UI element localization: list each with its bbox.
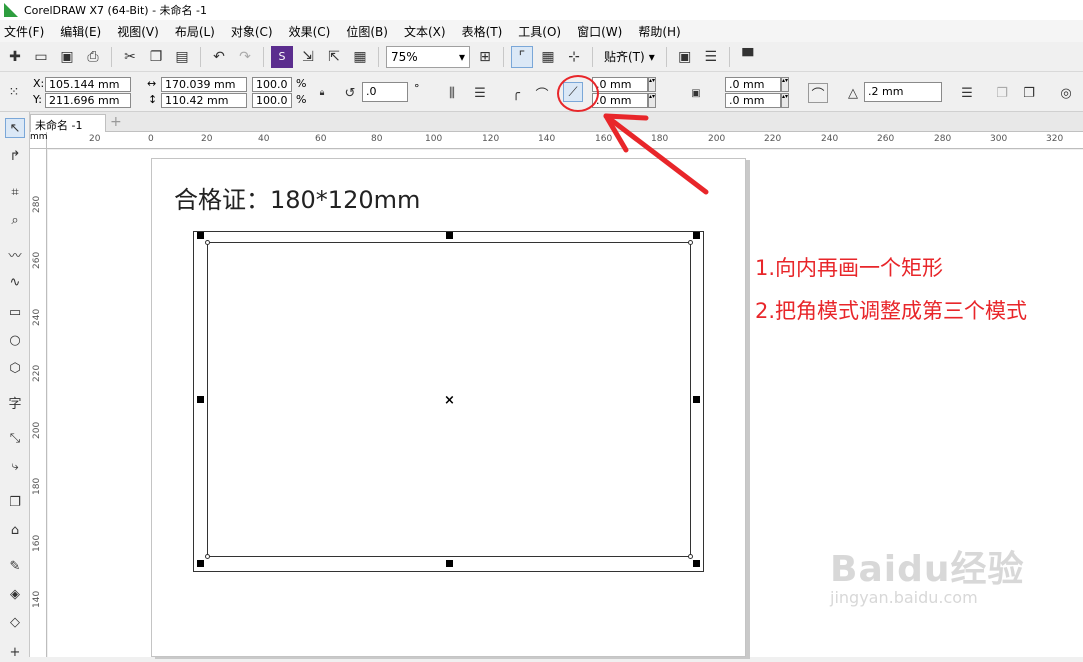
annotation-step-2: 2.把角模式调整成第三个模式 (755, 299, 1028, 323)
watermark-main-text: Baidu经验 (830, 549, 1025, 590)
baidu-watermark: Baidu经验 jingyan.baidu.com (830, 540, 1024, 607)
annotation-step-1: 1.向内再画一个矩形 (755, 256, 944, 280)
